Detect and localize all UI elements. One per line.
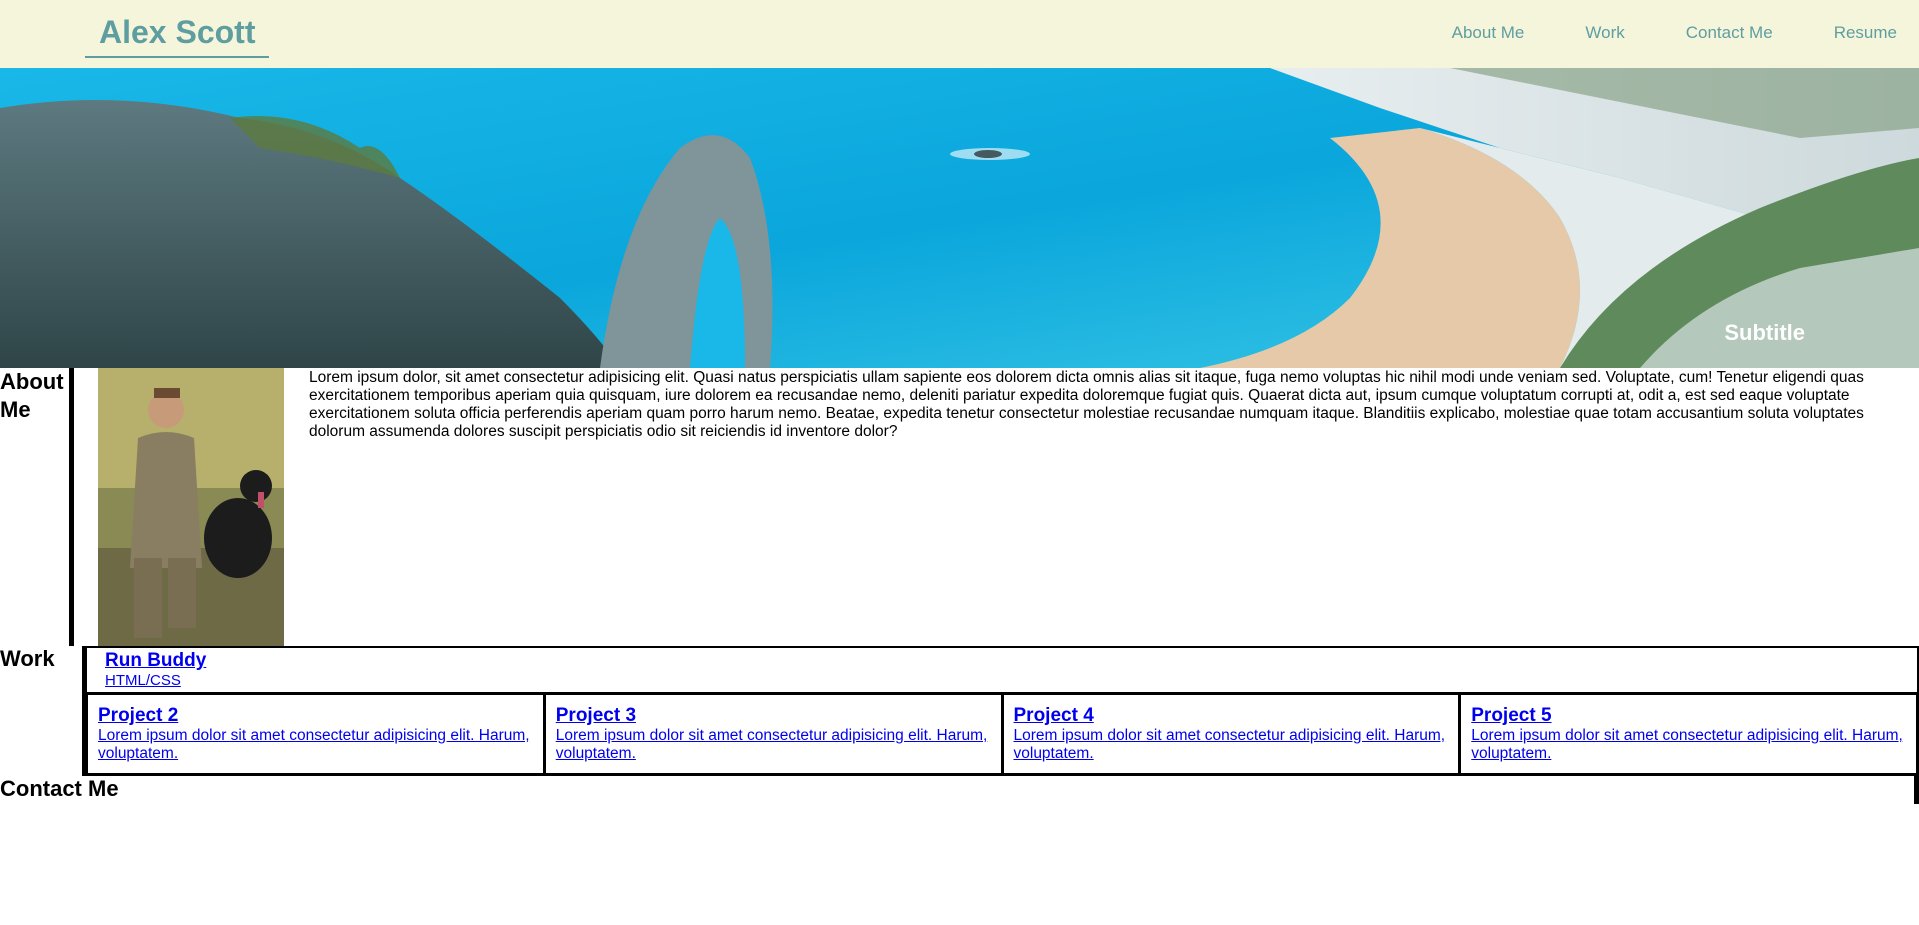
about-text: Lorem ipsum dolor, sit amet consectetur …: [309, 369, 1864, 440]
about-divider: [69, 368, 74, 646]
nav-about-me[interactable]: About Me: [1452, 23, 1525, 43]
project-description[interactable]: Lorem ipsum dolor sit amet consectetur a…: [1471, 727, 1916, 763]
project-title[interactable]: Project 5: [1471, 705, 1916, 727]
project-card: Project 4 Lorem ipsum dolor sit amet con…: [1000, 692, 1462, 776]
nav-resume[interactable]: Resume: [1834, 23, 1897, 43]
project-card: Project 2 Lorem ipsum dolor sit amet con…: [85, 692, 546, 776]
coastal-arch-photo-icon: [0, 68, 1919, 368]
work-heading: Work: [0, 646, 55, 671]
project-grid: Project 2 Lorem ipsum dolor sit amet con…: [85, 692, 1919, 776]
project-card: Project 3 Lorem ipsum dolor sit amet con…: [542, 692, 1004, 776]
project-title[interactable]: Project 4: [1014, 705, 1459, 727]
contact-heading: Contact Me: [0, 776, 119, 801]
project-description[interactable]: Lorem ipsum dolor sit amet consectetur a…: [1014, 727, 1459, 763]
nav-work[interactable]: Work: [1585, 23, 1624, 43]
featured-project: Run Buddy HTML/CSS: [85, 646, 1919, 694]
hero-banner: Subtitle: [0, 68, 1919, 368]
profile-photo-icon: [98, 368, 284, 646]
site-header: Alex Scott About Me Work Contact Me Resu…: [0, 0, 1919, 68]
featured-project-title[interactable]: Run Buddy: [105, 650, 1917, 672]
hero-subtitle: Subtitle: [1724, 320, 1805, 345]
nav-contact-me[interactable]: Contact Me: [1686, 23, 1773, 43]
about-heading: About Me: [0, 369, 64, 422]
project-card: Project 5 Lorem ipsum dolor sit amet con…: [1458, 692, 1919, 776]
project-description[interactable]: Lorem ipsum dolor sit amet consectetur a…: [556, 727, 1001, 763]
featured-project-subtitle[interactable]: HTML/CSS: [105, 672, 1917, 690]
project-title[interactable]: Project 3: [556, 705, 1001, 727]
project-title[interactable]: Project 2: [98, 705, 543, 727]
contact-divider: [1914, 776, 1919, 804]
main-nav: About Me Work Contact Me Resume: [1391, 23, 1897, 43]
project-description[interactable]: Lorem ipsum dolor sit amet consectetur a…: [98, 727, 543, 763]
site-brand[interactable]: Alex Scott: [85, 8, 270, 58]
